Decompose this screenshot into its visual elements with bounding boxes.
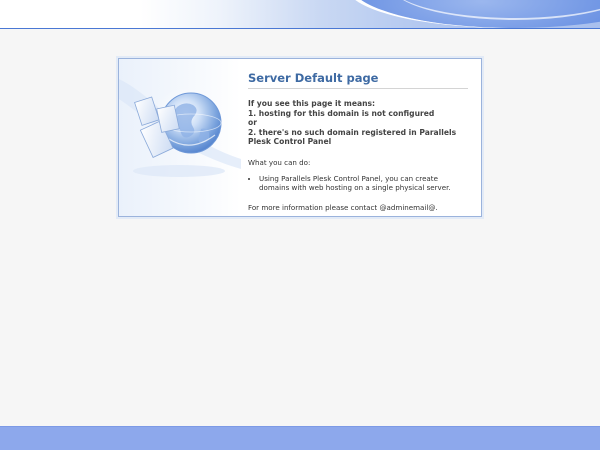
reason-line: Plesk Control Panel (248, 137, 332, 147)
card-illustration (119, 59, 241, 216)
default-page-card: Server Default page If you see this page… (118, 58, 482, 217)
reason-line: 1. hosting for this domain is not config… (248, 108, 435, 118)
bottom-band (0, 426, 600, 450)
page-title: Server Default page (248, 71, 468, 89)
list-item: Using Parallels Plesk Control Panel, you… (259, 174, 470, 193)
reason-line: or (248, 118, 257, 128)
card-content: Server Default page If you see this page… (248, 71, 470, 212)
top-banner (0, 0, 600, 29)
suggestion-list: Using Parallels Plesk Control Panel, you… (248, 174, 470, 193)
contact-info: For more information please contact @adm… (248, 202, 438, 212)
can-do-heading: What you can do: (248, 157, 311, 167)
explanation-block: If you see this page it means: 1. hostin… (248, 99, 470, 147)
globe-with-documents-icon (119, 79, 241, 177)
reason-line: 2. there's no such domain registered in … (248, 127, 457, 137)
means-heading: If you see this page it means: (248, 99, 376, 108)
